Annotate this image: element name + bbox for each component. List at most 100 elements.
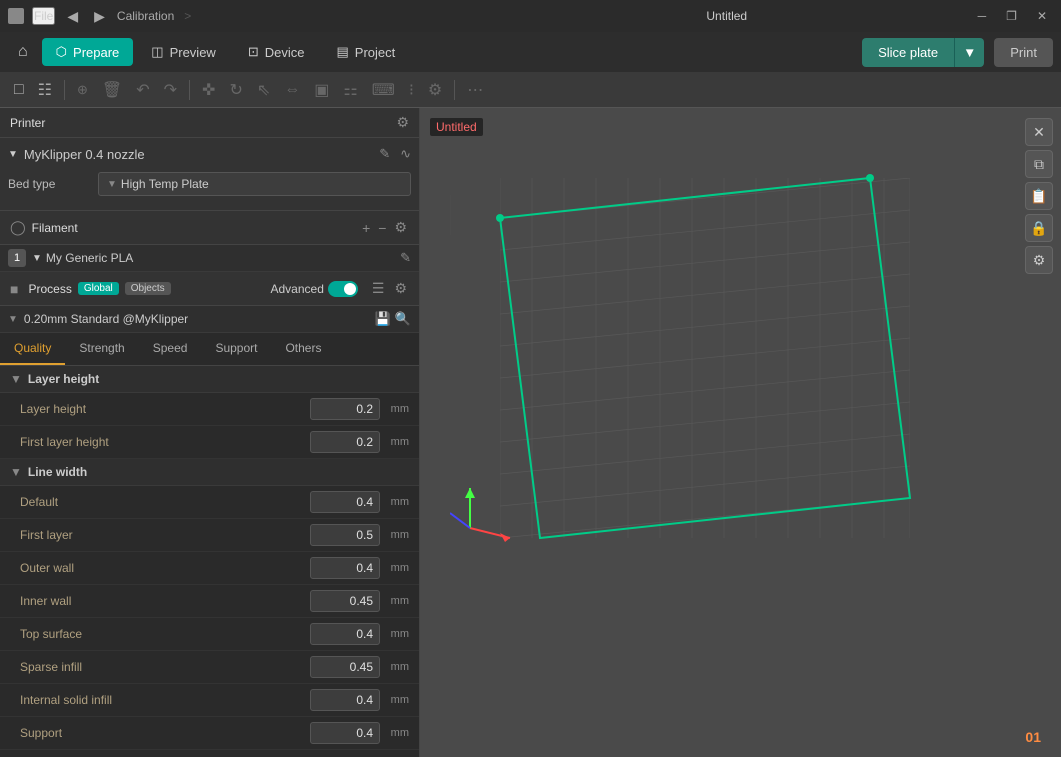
file-menu[interactable]: File: [32, 7, 55, 25]
profile-name-label[interactable]: 0.20mm Standard @MyKlipper: [24, 312, 369, 326]
default-width-label[interactable]: Default: [20, 495, 310, 509]
add-object-button[interactable]: ⊕: [71, 78, 94, 102]
outer-wall-label[interactable]: Outer wall: [20, 561, 310, 575]
layer-height-group-header[interactable]: ▼ Layer height: [0, 366, 419, 393]
default-width-input[interactable]: [310, 491, 380, 513]
split-button[interactable]: ⌨: [366, 76, 401, 104]
filament-expand-icon: ▼: [32, 253, 42, 264]
internal-solid-input[interactable]: [310, 689, 380, 711]
outer-wall-row: Outer wall mm: [0, 552, 419, 585]
advanced-toggle[interactable]: [328, 281, 358, 297]
support-button[interactable]: ⚏: [337, 76, 363, 104]
first-layer-height-input[interactable]: [310, 431, 380, 453]
outer-wall-input[interactable]: [310, 557, 380, 579]
save-profile-button[interactable]: 💾: [375, 311, 391, 327]
slice-dropdown[interactable]: ▼: [954, 38, 984, 67]
add-filament-button[interactable]: +: [360, 217, 372, 238]
internal-solid-label[interactable]: Internal solid infill: [20, 693, 310, 707]
close-scene-button[interactable]: ✕: [1025, 118, 1053, 146]
nav-forward[interactable]: ▶: [90, 6, 109, 27]
process-list-button[interactable]: ☰: [370, 278, 387, 299]
layer-height-label[interactable]: Layer height: [20, 402, 310, 416]
scene-settings-button[interactable]: ⚙: [1025, 246, 1053, 274]
printer-name[interactable]: ▼ MyKlipper 0.4 nozzle ✎ ∿: [8, 142, 411, 166]
home-button[interactable]: ⌂: [8, 37, 38, 67]
filament-name[interactable]: ▼ My Generic PLA: [32, 251, 394, 265]
filament-number: 1: [8, 249, 26, 267]
toolbar-sep-2: [189, 80, 190, 100]
toolbar-settings-button[interactable]: ⚙: [422, 76, 448, 104]
process-icon: ■: [10, 281, 18, 297]
bed-type-row: Bed type ▼ High Temp Plate: [8, 166, 411, 202]
close-button[interactable]: ✕: [1031, 7, 1053, 25]
bed-type-select[interactable]: ▼ High Temp Plate: [98, 172, 411, 196]
titlebar: File ◀ ▶ Calibration > Untitled ─ ❐ ✕: [0, 0, 1061, 32]
objects-tag[interactable]: Objects: [125, 282, 171, 295]
scale-button[interactable]: ⇖: [251, 76, 276, 104]
support-label[interactable]: Support: [20, 726, 310, 740]
prepare-icon: ⬡: [56, 44, 67, 60]
project-tab[interactable]: ▤ Project: [322, 38, 409, 66]
search-profile-button[interactable]: 🔍: [395, 311, 411, 327]
top-surface-label[interactable]: Top surface: [20, 627, 310, 641]
tab-others[interactable]: Others: [271, 333, 335, 365]
print-button[interactable]: Print: [994, 38, 1053, 67]
minimize-button[interactable]: ─: [972, 7, 993, 25]
tab-speed[interactable]: Speed: [139, 333, 202, 365]
paste-scene-button[interactable]: 📋: [1025, 182, 1053, 210]
delete-button[interactable]: 🗑: [96, 76, 128, 104]
viewport[interactable]: Untitled: [420, 108, 1061, 757]
device-tab[interactable]: ⊡ Device: [234, 38, 319, 66]
edit-filament-icon[interactable]: ✎: [400, 250, 411, 266]
printer-settings-icon[interactable]: ⚙: [396, 114, 409, 131]
more-tools-button[interactable]: ⋯: [461, 76, 489, 104]
first-layer-width-unit: mm: [384, 529, 409, 541]
inner-wall-label[interactable]: Inner wall: [20, 594, 310, 608]
bed-type-dropdown-icon: ▼: [107, 179, 117, 190]
layer-height-input[interactable]: [310, 398, 380, 420]
tab-support[interactable]: Support: [201, 333, 271, 365]
line-width-group-header[interactable]: ▼ Line width: [0, 459, 419, 486]
tab-strength[interactable]: Strength: [65, 333, 138, 365]
first-layer-height-label[interactable]: First layer height: [20, 435, 310, 449]
sparse-infill-row: Sparse infill mm: [0, 651, 419, 684]
sparse-infill-label[interactable]: Sparse infill: [20, 660, 310, 674]
rotate-button[interactable]: ↻: [223, 76, 248, 104]
maximize-button[interactable]: ❐: [1000, 7, 1023, 25]
toggle-dot: [344, 283, 356, 295]
first-layer-width-label[interactable]: First layer: [20, 528, 310, 542]
line-width-group-icon: ▼: [10, 465, 22, 479]
wifi-icon: ∿: [400, 146, 411, 162]
grid-button[interactable]: ☷: [32, 76, 58, 104]
first-layer-width-input[interactable]: [310, 524, 380, 546]
filament-buttons: + − ⚙: [360, 217, 409, 238]
copy-scene-button[interactable]: ⧉: [1025, 150, 1053, 178]
filament-settings-button[interactable]: ⚙: [392, 217, 409, 238]
sparse-infill-input[interactable]: [310, 656, 380, 678]
process-settings-button[interactable]: ⚙: [392, 278, 409, 299]
arrange-button[interactable]: ⁝: [403, 76, 420, 104]
nav-back[interactable]: ◀: [63, 6, 82, 27]
prepare-tab[interactable]: ⬡ Prepare: [42, 38, 134, 66]
remove-filament-button[interactable]: −: [376, 217, 388, 238]
top-surface-input[interactable]: [310, 623, 380, 645]
preview-tab[interactable]: ◫ Preview: [137, 38, 230, 66]
support-input[interactable]: [310, 722, 380, 744]
navbar: ⌂ ⬡ Prepare ◫ Preview ⊡ Device ▤ Project…: [0, 32, 1061, 72]
filament-section-header: ◯ Filament + − ⚙: [0, 211, 419, 245]
slice-button[interactable]: Slice plate: [862, 38, 954, 67]
filament-icon: ◯: [10, 219, 26, 236]
top-surface-unit: mm: [384, 628, 409, 640]
tab-quality[interactable]: Quality: [0, 333, 65, 365]
undo-button[interactable]: ↶: [130, 76, 155, 104]
mirror-button[interactable]: ⇔: [278, 77, 306, 103]
move-button[interactable]: ✜: [196, 76, 221, 104]
redo-button[interactable]: ↷: [158, 76, 183, 104]
perspective-button[interactable]: □: [8, 77, 30, 103]
edit-printer-icon[interactable]: ✎: [379, 146, 390, 162]
global-tag[interactable]: Global: [78, 282, 119, 295]
color-button[interactable]: ▣: [308, 76, 335, 104]
lock-scene-button[interactable]: 🔒: [1025, 214, 1053, 242]
inner-wall-input[interactable]: [310, 590, 380, 612]
first-layer-height-unit: mm: [384, 436, 409, 448]
